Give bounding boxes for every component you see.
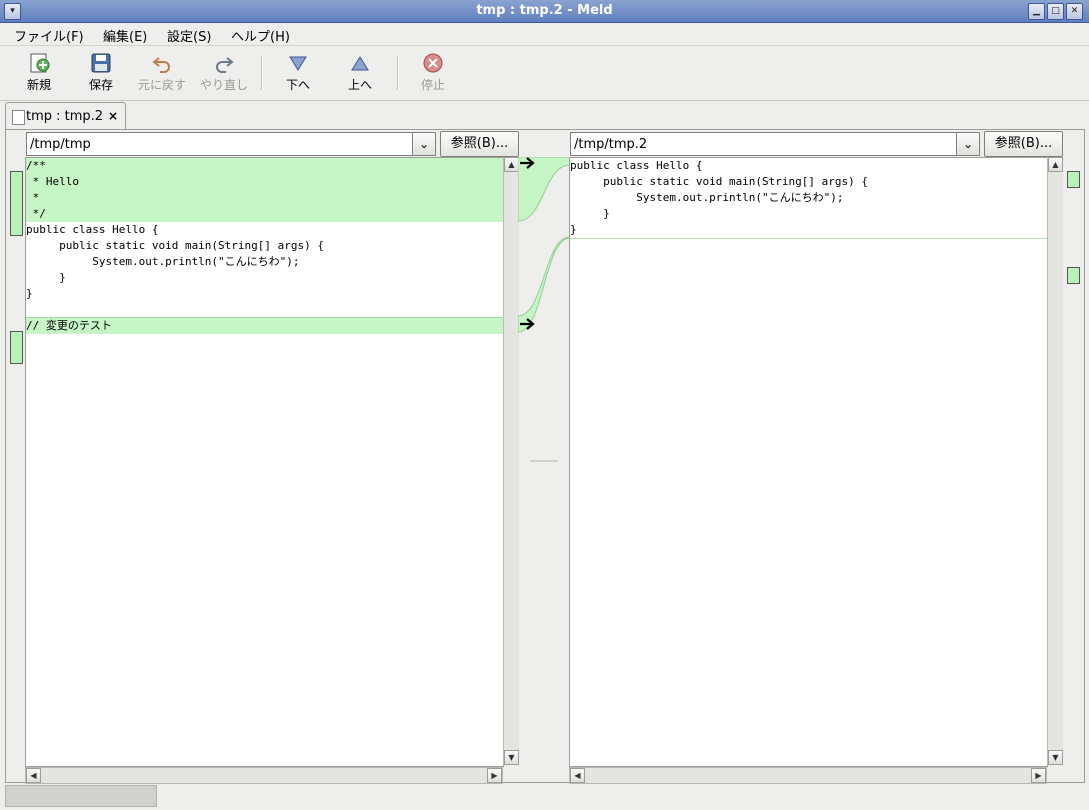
left-text-pane[interactable]: /** * Hello * */ public class Hello { pu… — [25, 157, 504, 767]
right-path-combo[interactable]: ⌄ — [570, 132, 980, 156]
deleted-lines-marker — [570, 238, 1047, 239]
menu-settings[interactable]: 設定(S) — [167, 26, 211, 45]
link-change-block — [518, 157, 570, 222]
code-line: } — [570, 223, 577, 236]
new-label: 新規 — [26, 78, 51, 92]
window-title: tmp : tmp.2 - Meld — [476, 3, 613, 18]
code-line: System.out.println("こんにちわ"); — [26, 255, 300, 268]
code-line: // 変更のテスト — [26, 319, 112, 332]
scroll-down-icon[interactable]: ▼ — [1048, 750, 1063, 765]
undo-button[interactable]: 元に戻す — [134, 52, 190, 93]
toolbar-separator — [261, 56, 263, 90]
stop-label: 停止 — [420, 78, 445, 92]
up-label: 上へ — [347, 78, 372, 92]
arrow-down-icon — [289, 56, 307, 71]
left-path-input[interactable] — [30, 136, 410, 152]
code-line: public class Hello { — [570, 159, 703, 172]
chevron-down-icon[interactable]: ⌄ — [412, 133, 435, 155]
scroll-left-icon[interactable]: ◀ — [26, 768, 41, 783]
left-overview-change-marker[interactable] — [10, 171, 23, 236]
code-line: /** — [26, 159, 46, 172]
new-document-icon — [30, 53, 50, 73]
menu-help[interactable]: ヘルプ(H) — [231, 26, 290, 45]
menu-edit[interactable]: 編集(E) — [103, 26, 147, 45]
left-horizontal-scrollbar[interactable]: ◀ ▶ — [25, 767, 503, 784]
toolbar-separator — [397, 56, 399, 90]
save-label: 保存 — [88, 78, 113, 92]
left-vertical-scrollbar[interactable]: ▲ ▼ — [503, 157, 519, 765]
right-overview-change-marker[interactable] — [1067, 171, 1080, 188]
undo-icon — [152, 57, 170, 73]
tab-tmp-tmp2[interactable]: tmp : tmp.2 × — [5, 102, 126, 131]
link-change-block — [518, 236, 570, 333]
scroll-up-icon[interactable]: ▲ — [1048, 157, 1063, 172]
code-line: } — [26, 271, 66, 284]
prev-change-button[interactable]: 上へ — [345, 52, 375, 93]
tab-label: tmp : tmp.2 — [26, 109, 104, 124]
code-line: public class Hello { — [26, 223, 159, 236]
save-icon — [91, 53, 111, 73]
tab-strip: tmp : tmp.2 × — [0, 101, 1089, 131]
code-line: } — [26, 287, 33, 300]
scroll-up-icon[interactable]: ▲ — [504, 157, 519, 172]
scroll-left-icon[interactable]: ◀ — [570, 768, 585, 783]
code-line: public static void main(String[] args) { — [570, 175, 869, 188]
code-line: public static void main(String[] args) { — [26, 239, 325, 252]
diff-link-map[interactable] — [518, 157, 570, 765]
right-path-input[interactable] — [574, 136, 954, 152]
code-line: System.out.println("こんにちわ"); — [570, 191, 844, 204]
progress-bar — [5, 785, 157, 807]
code-line: */ — [26, 207, 46, 220]
menu-file[interactable]: ファイル(F) — [14, 26, 84, 45]
toolbar: 新規 保存 元に戻す やり直し 下へ 上へ 停止 — [0, 46, 1089, 101]
menu-bar: ファイル(F) 編集(E) 設定(S) ヘルプ(H) — [0, 23, 1089, 46]
redo-label: やり直し — [199, 78, 248, 92]
undo-label: 元に戻す — [137, 78, 186, 92]
redo-icon — [216, 57, 234, 73]
left-overview-change-marker[interactable] — [10, 331, 23, 364]
next-change-button[interactable]: 下へ — [283, 52, 313, 93]
maximize-icon[interactable]: □ — [1047, 3, 1064, 20]
code-line: * — [26, 191, 40, 204]
scroll-right-icon[interactable]: ▶ — [1031, 768, 1046, 783]
right-text-pane[interactable]: public class Hello { public static void … — [569, 157, 1048, 767]
close-icon[interactable]: ✕ — [1066, 3, 1083, 20]
left-path-combo[interactable]: ⌄ — [26, 132, 436, 156]
stop-icon — [423, 53, 443, 73]
right-browse-button[interactable]: 参照(B)... — [984, 131, 1063, 157]
document-icon — [12, 110, 25, 125]
code-line: } — [570, 207, 610, 220]
stop-button[interactable]: 停止 — [418, 52, 448, 93]
code-line: * Hello — [26, 175, 79, 188]
right-vertical-scrollbar[interactable]: ▲ ▼ — [1047, 157, 1063, 765]
new-button[interactable]: 新規 — [22, 52, 56, 93]
left-browse-button[interactable]: 参照(B)... — [440, 131, 519, 157]
arrow-up-icon — [351, 56, 369, 71]
redo-button[interactable]: やり直し — [196, 52, 252, 93]
tab-close-icon[interactable]: × — [108, 109, 118, 123]
title-bar: ▾ tmp : tmp.2 - Meld ▁ □ ✕ — [0, 0, 1089, 23]
chevron-down-icon[interactable]: ⌄ — [956, 133, 979, 155]
status-bar — [0, 783, 1089, 810]
right-overview-change-marker[interactable] — [1067, 267, 1080, 284]
minimize-icon[interactable]: ▁ — [1028, 3, 1045, 20]
right-horizontal-scrollbar[interactable]: ◀ ▶ — [569, 767, 1047, 784]
down-label: 下へ — [285, 78, 310, 92]
scroll-down-icon[interactable]: ▼ — [504, 750, 519, 765]
scroll-right-icon[interactable]: ▶ — [487, 768, 502, 783]
save-button[interactable]: 保存 — [84, 52, 118, 93]
